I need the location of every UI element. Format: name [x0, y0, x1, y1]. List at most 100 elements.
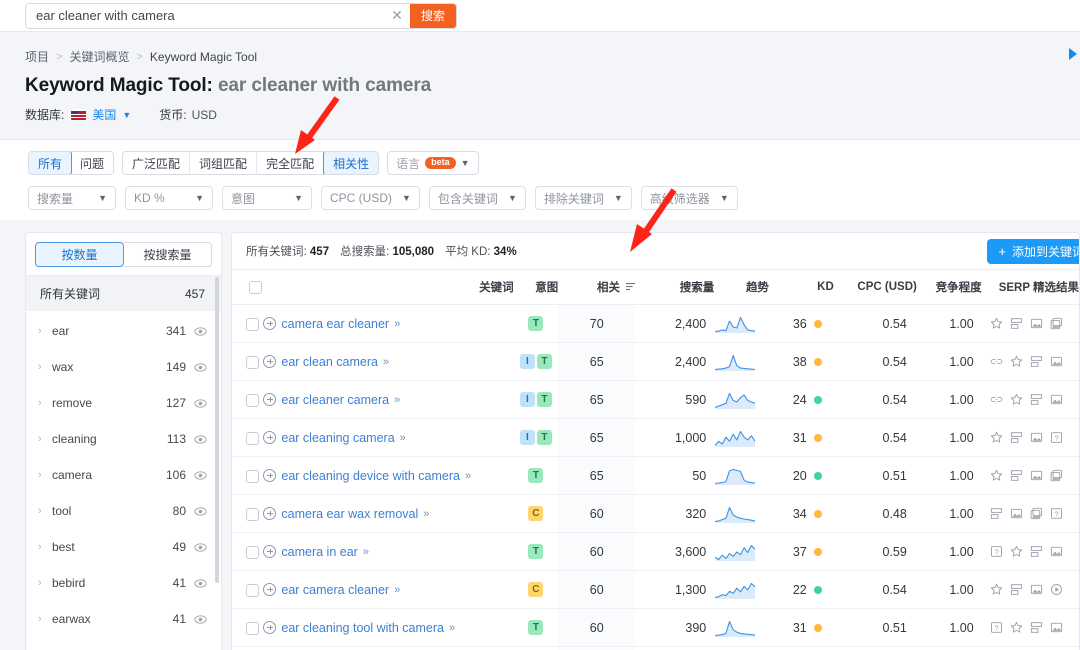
sidebar-group-item[interactable]: ›ear341: [26, 313, 221, 349]
col-serp-features[interactable]: SERP 精选结果: [982, 270, 1079, 305]
serp-snippet-icon[interactable]: [1010, 431, 1023, 444]
keyword-expand-icon[interactable]: »: [363, 546, 368, 558]
chevron-right-icon[interactable]: ›: [38, 433, 52, 445]
keyword-expand-icon[interactable]: »: [400, 432, 405, 444]
add-keyword-icon[interactable]: [263, 621, 276, 634]
eye-icon[interactable]: [194, 613, 207, 626]
sidebar-group-item[interactable]: ›remove127: [26, 385, 221, 421]
row-checkbox[interactable]: [246, 394, 259, 407]
sidebar-group-item[interactable]: ›wax149: [26, 349, 221, 385]
serp-star-icon[interactable]: [1010, 393, 1023, 406]
serp-images-pack-icon[interactable]: [1050, 469, 1063, 482]
clear-search-icon[interactable]: ✕: [384, 4, 410, 28]
filter-cpc[interactable]: CPC (USD) ▼: [321, 186, 420, 210]
chevron-right-icon[interactable]: ›: [38, 361, 52, 373]
serp-star-icon[interactable]: [1010, 355, 1023, 368]
serp-star-icon[interactable]: [990, 469, 1003, 482]
sidebar-group-item[interactable]: ›bebird41: [26, 565, 221, 601]
table-row[interactable]: ear cleaner camera»IT65590240.541.00: [232, 381, 1079, 419]
filter-volume[interactable]: 搜索量 ▼: [28, 186, 116, 210]
add-keyword-icon[interactable]: [263, 393, 276, 406]
eye-icon[interactable]: [194, 397, 207, 410]
serp-star-icon[interactable]: [990, 431, 1003, 444]
serp-snippet-icon[interactable]: [1030, 393, 1043, 406]
col-relevance[interactable]: 相关: [558, 270, 635, 305]
intent-badge-I[interactable]: I: [520, 430, 535, 445]
eye-icon[interactable]: [194, 505, 207, 518]
row-checkbox[interactable]: [246, 508, 259, 521]
eye-icon[interactable]: [194, 361, 207, 374]
row-checkbox[interactable]: [246, 432, 259, 445]
keyword-expand-icon[interactable]: »: [449, 622, 454, 634]
add-to-keyword-list-button[interactable]: + 添加到关键词列表: [987, 239, 1080, 264]
eye-icon[interactable]: [194, 577, 207, 590]
intent-badge-T[interactable]: T: [537, 354, 552, 369]
chevron-right-icon[interactable]: ›: [38, 397, 52, 409]
add-keyword-icon[interactable]: [263, 431, 276, 444]
filter-include-keywords[interactable]: 包含关键词 ▼: [429, 186, 526, 210]
sidebar-group-item[interactable]: ›tool80: [26, 493, 221, 529]
table-row[interactable]: camera ear cleaner»T702,400360.541.00: [232, 305, 1079, 343]
chevron-right-icon[interactable]: ›: [38, 325, 52, 337]
row-checkbox[interactable]: [246, 356, 259, 369]
keyword-link[interactable]: ear camera cleaner: [281, 583, 389, 597]
serp-snippet-icon[interactable]: [1010, 469, 1023, 482]
breadcrumb-item-1[interactable]: 关键词概览: [69, 48, 129, 65]
serp-image-icon[interactable]: [1030, 431, 1043, 444]
filter-intent[interactable]: 意图 ▼: [222, 186, 312, 210]
table-row[interactable]: ear wax camera»T601,300310.521.00?: [232, 647, 1079, 650]
chevron-right-icon[interactable]: ›: [38, 469, 52, 481]
row-checkbox[interactable]: [246, 546, 259, 559]
intent-badge-T[interactable]: T: [528, 468, 543, 483]
intent-badge-I[interactable]: I: [520, 354, 535, 369]
eye-icon[interactable]: [194, 469, 207, 482]
collapse-panel-icon[interactable]: [1066, 46, 1080, 62]
col-competition[interactable]: 竞争程度: [917, 270, 982, 305]
serp-snippet-icon[interactable]: [1010, 317, 1023, 330]
filter-exclude-keywords[interactable]: 排除关键词 ▼: [535, 186, 632, 210]
serp-star-icon[interactable]: [1010, 621, 1023, 634]
search-button[interactable]: 搜索: [410, 4, 456, 28]
breadcrumb-item-0[interactable]: 项目: [25, 48, 49, 65]
sidebar-sort-by-volume[interactable]: 按搜索量: [124, 242, 212, 267]
language-dropdown[interactable]: 语言 beta ▼: [387, 151, 478, 175]
keyword-link[interactable]: ear cleaning tool with camera: [281, 621, 444, 635]
sidebar-sort-by-count[interactable]: 按数量: [35, 242, 124, 267]
sidebar-group-item[interactable]: ›earwax41: [26, 601, 221, 637]
tab-all[interactable]: 所有: [28, 151, 72, 175]
database-value[interactable]: 美国: [92, 106, 116, 123]
keyword-expand-icon[interactable]: »: [394, 394, 399, 406]
table-row[interactable]: ear cleaning camera»IT651,000310.541.00?: [232, 419, 1079, 457]
serp-question-icon[interactable]: ?: [990, 621, 1003, 634]
table-row[interactable]: ear cleaning tool with camera»T60390310.…: [232, 609, 1079, 647]
eye-icon[interactable]: [194, 433, 207, 446]
add-keyword-icon[interactable]: [263, 469, 276, 482]
keyword-expand-icon[interactable]: »: [394, 584, 399, 596]
sidebar-group-item[interactable]: ›cleaning113: [26, 421, 221, 457]
keyword-link[interactable]: camera ear cleaner: [281, 317, 389, 331]
add-keyword-icon[interactable]: [263, 545, 276, 558]
serp-star-icon[interactable]: [990, 583, 1003, 596]
keyword-link[interactable]: ear cleaner camera: [281, 393, 389, 407]
col-intent[interactable]: 意图: [514, 270, 559, 305]
chevron-down-icon[interactable]: ▼: [122, 110, 131, 120]
tab-related[interactable]: 相关性: [323, 151, 379, 175]
tab-questions[interactable]: 问题: [71, 152, 113, 174]
intent-badge-I[interactable]: I: [520, 392, 535, 407]
col-trend[interactable]: 趋势: [714, 270, 769, 305]
keyword-link[interactable]: camera ear wax removal: [281, 507, 418, 521]
sidebar-group-item[interactable]: ›best49: [26, 529, 221, 565]
serp-image-icon[interactable]: [1050, 545, 1063, 558]
intent-badge-C[interactable]: C: [528, 506, 543, 521]
tab-broad-match[interactable]: 广泛匹配: [123, 152, 190, 174]
serp-snippet-icon[interactable]: [1030, 545, 1043, 558]
intent-badge-T[interactable]: T: [528, 316, 543, 331]
chevron-right-icon[interactable]: ›: [38, 577, 52, 589]
tab-exact-match[interactable]: 完全匹配: [257, 152, 324, 174]
filter-advanced[interactable]: 高级筛选器 ▼: [641, 186, 738, 210]
serp-image-icon[interactable]: [1030, 469, 1043, 482]
sidebar-group-item[interactable]: ›otoscope40: [26, 637, 221, 650]
serp-video-icon[interactable]: [1050, 583, 1063, 596]
keyword-expand-icon[interactable]: »: [383, 356, 388, 368]
serp-question-icon[interactable]: ?: [990, 545, 1003, 558]
